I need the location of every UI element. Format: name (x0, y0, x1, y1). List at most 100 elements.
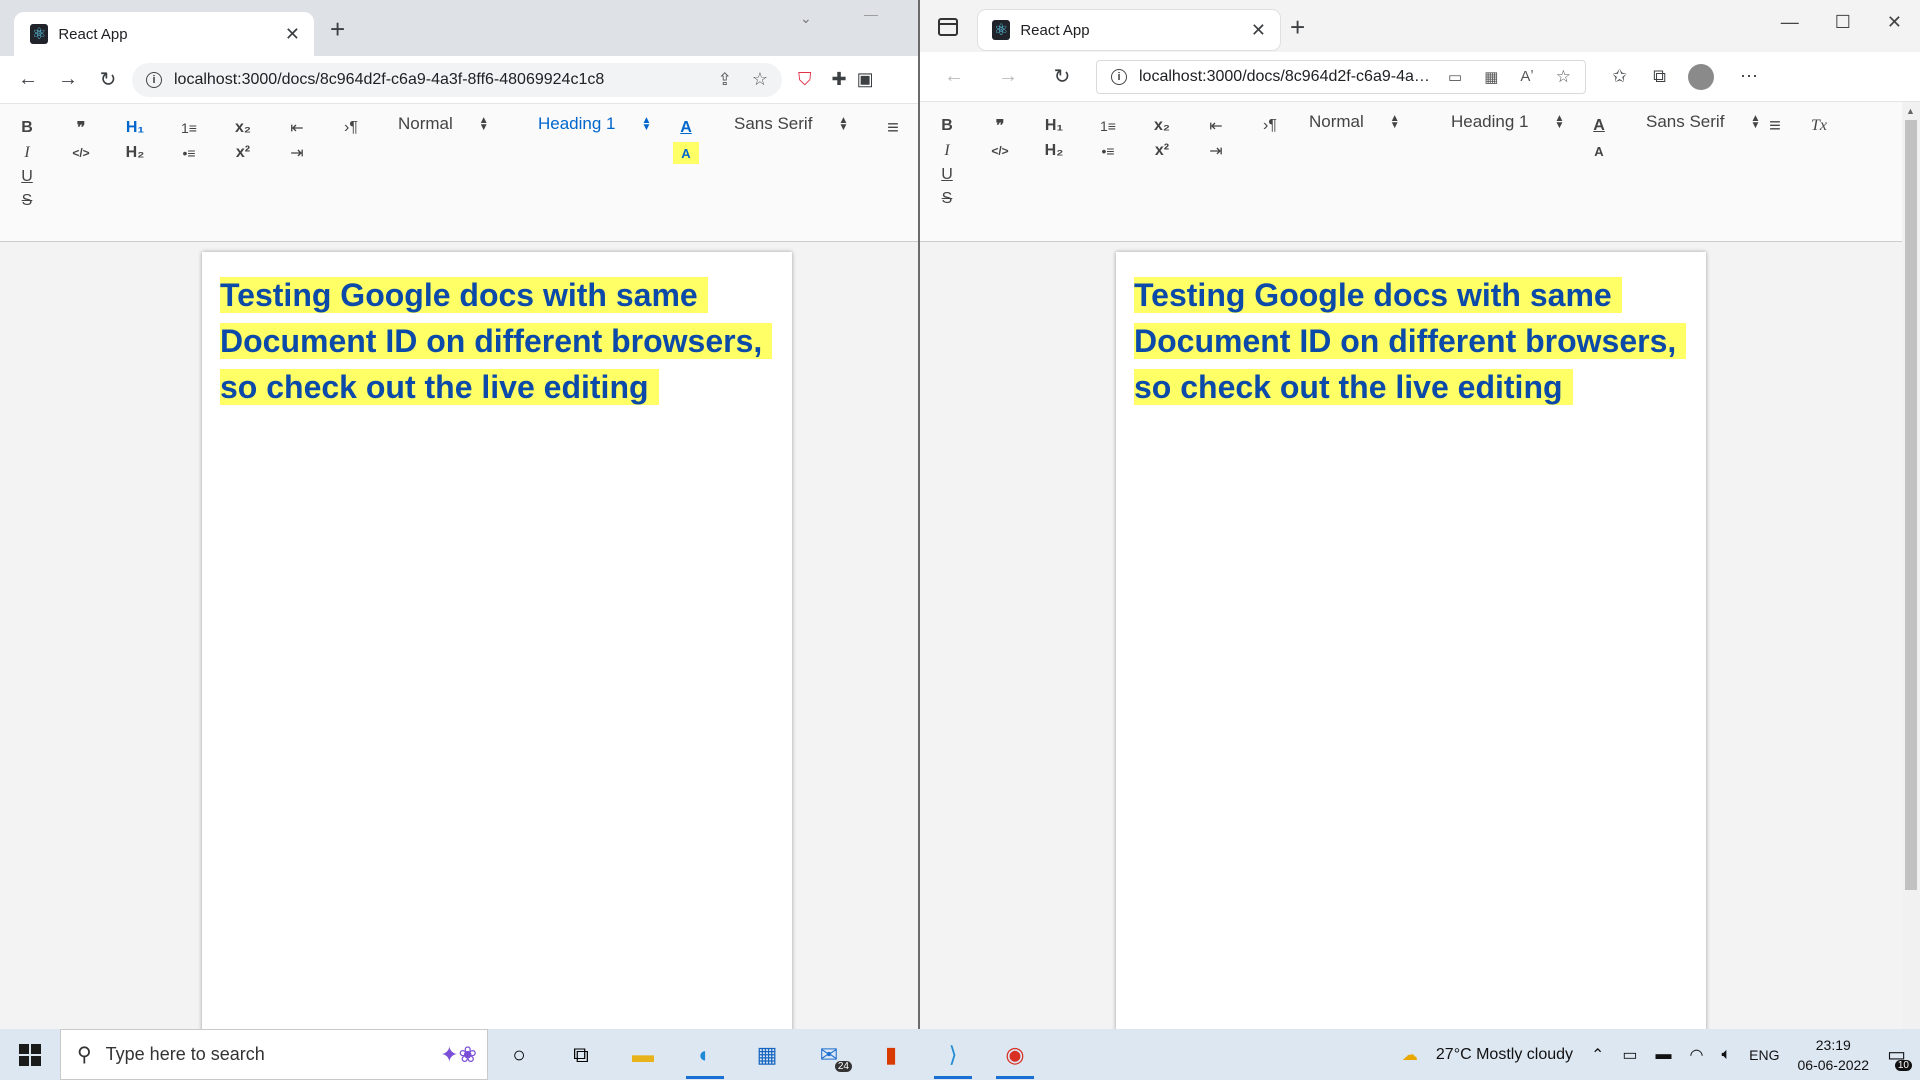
edge-omnibox[interactable]: i localhost:3000/docs/8c964d2f-c6a9-4a3f… (1096, 59, 1586, 94)
code-block-button[interactable]: </> (987, 140, 1013, 162)
app-available-icon[interactable]: ▭ (1448, 68, 1462, 86)
info-icon[interactable]: i (146, 71, 162, 88)
text-direction-button[interactable]: ›¶ (338, 117, 364, 139)
file-explorer-icon[interactable]: ▬ (612, 1029, 674, 1080)
document-page[interactable]: Testing Google docs with same Document I… (202, 252, 792, 1029)
side-panel-icon[interactable]: ▣ (857, 69, 874, 90)
profile-avatar[interactable] (1687, 63, 1714, 90)
code-block-button[interactable]: </> (68, 142, 94, 164)
header-2-button[interactable]: H₂ (122, 142, 148, 164)
document-page[interactable]: Testing Google docs with same Document I… (1116, 252, 1706, 1029)
language-indicator[interactable]: ENG (1749, 1047, 1779, 1063)
bold-button[interactable]: B (934, 115, 960, 137)
start-button[interactable] (0, 1029, 60, 1080)
background-color-button[interactable]: A (1586, 140, 1612, 162)
store-icon[interactable]: ▦ (736, 1029, 798, 1080)
battery-icon[interactable]: ▬ (1656, 1046, 1672, 1064)
strike-button[interactable]: S (14, 190, 40, 212)
tab-search-icon[interactable]: ⌄ (800, 10, 812, 27)
align-button[interactable]: ≡ (880, 117, 906, 139)
outdent-button[interactable]: ⇤ (1203, 115, 1229, 137)
forward-arrow-icon[interactable]: → (48, 68, 88, 91)
subscript-button[interactable]: x₂ (230, 117, 256, 139)
chrome-tab-react-app[interactable]: ⚛ React App ✕ (14, 12, 314, 56)
back-arrow-icon[interactable]: ← (8, 68, 48, 91)
bullet-list-button[interactable]: •≡ (176, 142, 202, 164)
reload-icon[interactable]: ↻ (1042, 64, 1082, 89)
forward-arrow-icon[interactable]: → (988, 65, 1028, 88)
chrome-omnibox[interactable]: i localhost:3000/docs/8c964d2f-c6a9-4a3f… (132, 62, 782, 97)
text-color-button[interactable]: A (673, 117, 699, 139)
scroll-up-arrow-icon[interactable]: ▲ (1906, 106, 1915, 116)
indent-button[interactable]: ⇥ (1203, 140, 1229, 162)
info-icon[interactable]: i (1111, 68, 1127, 85)
cortana-icon[interactable]: ○ (488, 1029, 550, 1080)
mail-icon[interactable]: ✉ 24 (798, 1029, 860, 1080)
background-color-button[interactable]: A (673, 142, 699, 164)
settings-more-icon[interactable]: ⋯ (1740, 66, 1758, 87)
read-aloud-icon[interactable]: Aʼ (1520, 68, 1533, 85)
header-1-button[interactable]: H₁ (122, 117, 148, 139)
new-tab-button[interactable]: + (1290, 12, 1305, 43)
blockquote-button[interactable]: ❞ (987, 115, 1013, 137)
align-button[interactable]: ≡ (1762, 115, 1788, 137)
italic-button[interactable]: I (14, 142, 40, 164)
header-1-button[interactable]: H₁ (1041, 115, 1067, 137)
clock[interactable]: 23:19 06-06-2022 (1797, 1035, 1869, 1075)
favorites-icon[interactable]: ✩ (1612, 66, 1627, 87)
qr-icon[interactable]: ▦ (1484, 68, 1498, 86)
close-icon[interactable]: ✕ (1251, 20, 1266, 41)
header-2-button[interactable]: H₂ (1041, 140, 1067, 162)
document-heading[interactable]: Testing Google docs with same Document I… (1134, 272, 1688, 410)
header-picker[interactable]: Heading 1 ▲ ▼ (538, 114, 651, 134)
font-picker[interactable]: Sans Serif ▲ ▼ (734, 114, 848, 134)
minimize-icon[interactable]: — (1781, 12, 1799, 33)
edge-tab-react-app[interactable]: ⚛ React App ✕ (978, 10, 1280, 50)
ordered-list-button[interactable]: 1≡ (176, 117, 202, 139)
maximize-icon[interactable]: ☐ (1835, 12, 1851, 33)
italic-button[interactable]: I (934, 140, 960, 162)
underline-button[interactable]: U (934, 164, 960, 186)
collections-icon[interactable]: ⧉ (1653, 66, 1666, 87)
size-picker[interactable]: Normal ▲ ▼ (398, 114, 489, 134)
ordered-list-button[interactable]: 1≡ (1095, 115, 1121, 137)
back-arrow-icon[interactable]: ← (934, 65, 974, 88)
indent-button[interactable]: ⇥ (284, 142, 310, 164)
chevron-up-icon[interactable]: ⌃ (1591, 1045, 1604, 1065)
scrollbar-thumb[interactable] (1905, 120, 1917, 890)
weather-text[interactable]: 27°C Mostly cloudy (1436, 1046, 1573, 1064)
blockquote-button[interactable]: ❞ (68, 117, 94, 139)
clean-format-button[interactable]: Tx (1806, 115, 1832, 137)
outdent-button[interactable]: ⇤ (284, 117, 310, 139)
document-heading[interactable]: Testing Google docs with same Document I… (220, 272, 774, 410)
weather-icon[interactable]: ☁ (1402, 1045, 1418, 1065)
bold-button[interactable]: B (14, 117, 40, 139)
edge-taskbar-icon[interactable]: ◐ (674, 1029, 736, 1080)
search-highlight-icon[interactable]: ✦❀ (440, 1042, 477, 1068)
bookmark-star-icon[interactable]: ☆ (752, 69, 768, 90)
reload-icon[interactable]: ↻ (88, 67, 128, 92)
tab-actions-icon[interactable] (938, 18, 958, 36)
close-window-icon[interactable]: ✕ (1887, 12, 1902, 33)
close-icon[interactable]: ✕ (285, 24, 300, 45)
extensions-puzzle-icon[interactable]: ✚ (832, 69, 847, 90)
text-color-button[interactable]: A (1586, 115, 1612, 137)
meet-now-icon[interactable]: ▭ (1622, 1045, 1637, 1065)
vscode-icon[interactable]: ⟩ (922, 1029, 984, 1080)
chrome-taskbar-icon[interactable]: ◉ (984, 1029, 1046, 1080)
strike-button[interactable]: S (934, 188, 960, 210)
pocket-icon[interactable]: ⛉ (798, 69, 812, 90)
bullet-list-button[interactable]: •≡ (1095, 140, 1121, 162)
share-icon[interactable]: ⇪ (718, 70, 732, 90)
minimize-icon[interactable]: — (864, 6, 878, 22)
superscript-button[interactable]: x² (230, 142, 256, 164)
wifi-icon[interactable]: ◠ (1690, 1045, 1704, 1065)
font-picker[interactable]: Sans Serif ▲ ▼ (1646, 112, 1760, 132)
task-view-icon[interactable]: ⧉ (550, 1029, 612, 1080)
subscript-button[interactable]: x₂ (1149, 115, 1175, 137)
size-picker[interactable]: Normal ▲ ▼ (1309, 112, 1400, 132)
text-direction-button[interactable]: ›¶ (1257, 115, 1283, 137)
underline-button[interactable]: U (14, 166, 40, 188)
header-picker[interactable]: Heading 1 ▲ ▼ (1451, 112, 1564, 132)
notifications-icon[interactable]: ▭ 10 (1887, 1042, 1912, 1071)
